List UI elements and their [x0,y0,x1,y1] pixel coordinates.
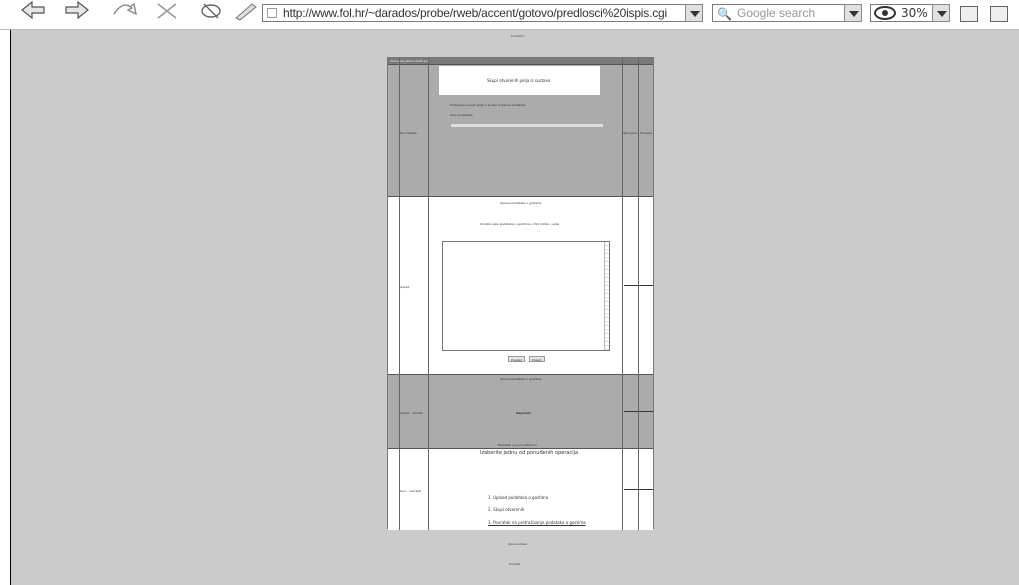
row-4-item-2[interactable]: 2. Skupi otvorenih [488,507,524,512]
column-divider [399,58,400,530]
stop-icon[interactable] [152,0,182,22]
row-4-item-1[interactable]: 1. Upload podataka o gostima [488,495,548,500]
header-text: ddd sedd_tedrd idddd ed [390,59,428,63]
search-engine-dropdown[interactable] [844,4,862,22]
row-2-label: upload [399,285,410,289]
footer-link-2[interactable]: Kontakt [509,562,520,566]
row-3-link-2[interactable] [639,411,653,412]
zoom-level: 30% [901,6,928,20]
column-divider [428,58,429,530]
row-2-link-1[interactable] [624,285,638,286]
page-top-title: predlošci [511,34,525,38]
column-divider [622,58,623,530]
row-3-mid-label: Započeti [516,411,531,415]
browser-toolbar: http://www.fol.hr/~darados/probe/rweb/ac… [0,0,1019,30]
forward-arrow-icon[interactable] [62,0,92,22]
row-3-title: Upload podataka o gostima [500,377,542,381]
reload-icon[interactable] [108,0,138,22]
column-divider [638,58,639,530]
back-arrow-icon[interactable] [18,0,48,22]
camera-icon[interactable] [990,6,1008,22]
main-table: ddd sedd_tedrd idddd ed izvor teksta Sku… [387,57,654,530]
row-2-submit-button[interactable]: Pošalji [529,356,545,362]
row-1-col4: Provjera [640,131,653,135]
textarea-scrollbar[interactable] [604,242,609,350]
edit-icon[interactable] [230,0,260,22]
page-icon[interactable] [960,6,978,22]
row-4-link-2[interactable] [639,489,653,490]
row-3-link-1[interactable] [624,411,638,412]
home-icon[interactable] [196,0,226,22]
page-favicon-icon [267,8,277,18]
row-2-browse-button[interactable]: Pregled [508,356,525,362]
row-2-desc: Ukratko opis podataka o gostima u CSV ob… [480,222,560,226]
row-4-item-3[interactable]: 3. Povratak na pretraživanje podataka o … [488,520,586,525]
url-dropdown-button[interactable] [685,4,703,22]
eye-icon [874,6,896,20]
address-bar-url: http://www.fol.hr/~darados/probe/rweb/ac… [283,6,667,20]
row-2-title: Upload podataka o gostima [500,201,542,205]
row-1-title-box: Skupi otvorenih polja iz sustava [439,66,600,95]
row-1-desc: Dodavanje svojih polja u sustav prijenos… [450,103,526,107]
row-1-title: Skupi otvorenih polja iz sustava [487,78,551,83]
row-3-bottom-label[interactable]: Povratak na prvu stranicu [498,443,537,447]
row-4-title: Izaberite jednu od ponuđenih operacija [480,450,579,456]
search-box[interactable]: 🔍 Google search [712,4,862,22]
search-placeholder: Google search [737,6,816,20]
row-3-label: upload - obrada [399,411,423,415]
row-1-input[interactable] [450,123,604,128]
search-icon: 🔍 [717,7,732,21]
address-bar[interactable]: http://www.fol.hr/~darados/probe/rweb/ac… [262,4,703,22]
row-2-textarea[interactable] [442,241,610,351]
row-1-col3: ispunjeno [623,131,638,135]
row-4-link-1[interactable] [624,489,638,490]
zoom-dropdown[interactable] [932,4,950,22]
row-1-field-label: Izvor podataka: [450,113,474,117]
row-2-link-2[interactable] [639,285,653,286]
row-4-label: izvor - završeti [399,489,422,493]
row-1-label: izvor teksta [399,131,417,135]
footer-link-1[interactable]: Opis sustava [508,542,527,546]
